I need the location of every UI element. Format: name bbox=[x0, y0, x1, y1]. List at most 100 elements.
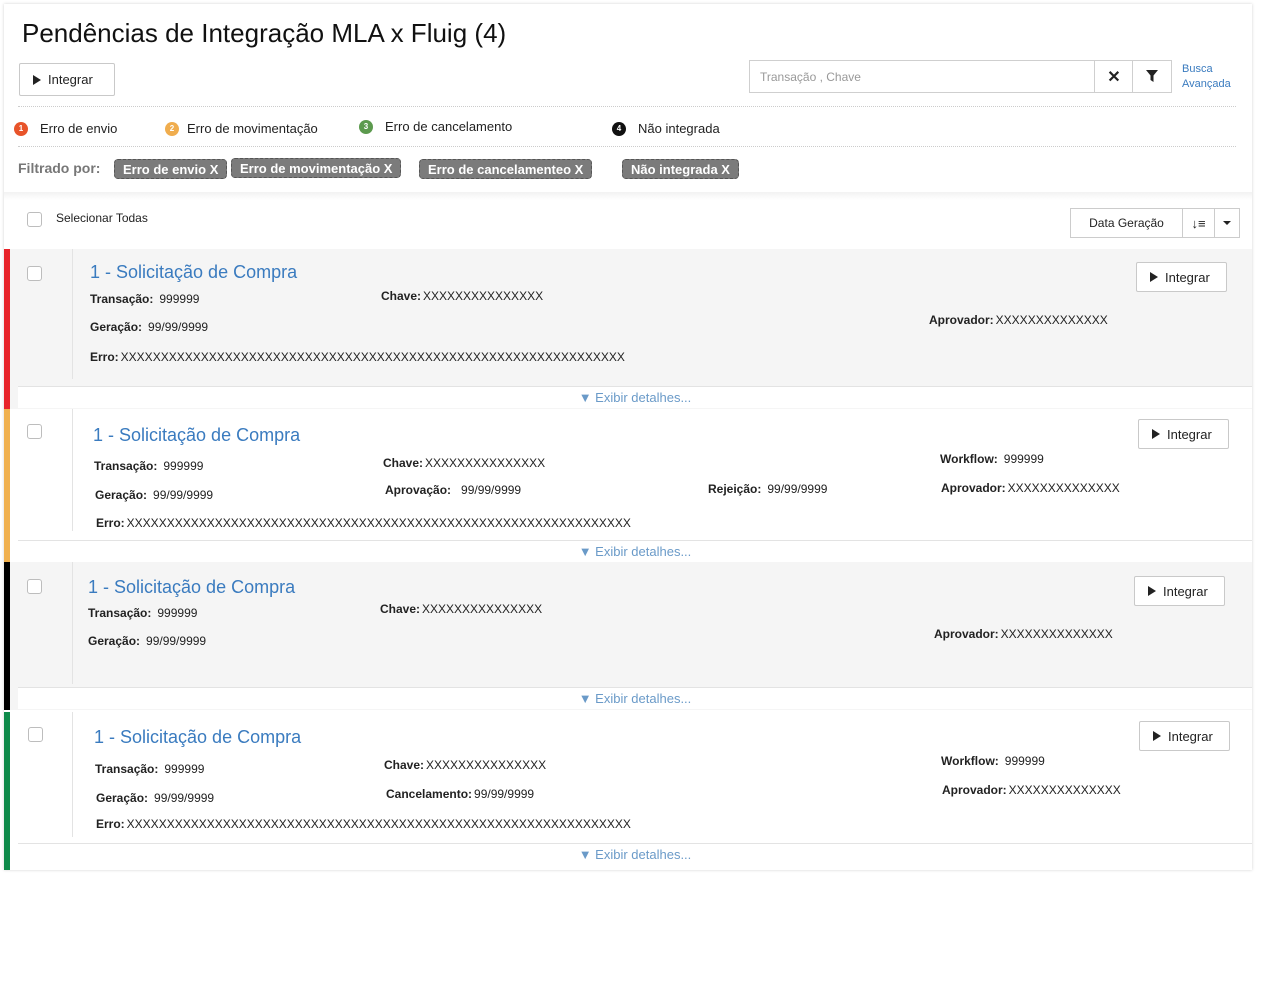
integrar-button[interactable]: Integrar bbox=[1138, 419, 1229, 449]
transacao-field: Transação: 999999 bbox=[94, 459, 203, 473]
erro-label: Erro: bbox=[90, 350, 119, 364]
legend-dot-4: 4 bbox=[612, 121, 626, 136]
card-title-link[interactable]: 1 - Solicitação de Compra bbox=[93, 425, 300, 446]
chave-value: XXXXXXXXXXXXXXX bbox=[423, 289, 544, 303]
card-title-link[interactable]: 1 - Solicitação de Compra bbox=[88, 577, 295, 598]
sort-desc-icon: ↓≡ bbox=[1191, 215, 1206, 231]
play-icon bbox=[1153, 731, 1161, 741]
rejeicao-field: Rejeição: 99/99/9999 bbox=[708, 482, 827, 496]
card-title-link[interactable]: 1 - Solicitação de Compra bbox=[90, 262, 297, 283]
geracao-label: Geração: bbox=[95, 488, 148, 502]
transacao-field: Transação: 999999 bbox=[95, 762, 204, 776]
chave-field: Chave: XXXXXXXXXXXXXXX bbox=[380, 602, 542, 616]
sort-field-label: Data Geração bbox=[1089, 216, 1164, 230]
legend-dot-2: 2 bbox=[165, 121, 179, 136]
page-title-text: Pendências de Integração MLA x Fluig bbox=[22, 18, 468, 48]
rejeicao-label: Rejeição: bbox=[708, 482, 762, 496]
transacao-field: Transação: 999999 bbox=[90, 292, 199, 306]
select-all-checkbox[interactable] bbox=[27, 212, 42, 227]
legend-label: Erro de envio bbox=[40, 121, 118, 136]
filter-chip-nao-integrada[interactable]: Não integrada X bbox=[622, 159, 739, 179]
aprovacao-value: 99/99/9999 bbox=[461, 483, 522, 497]
play-icon bbox=[1148, 586, 1156, 596]
card-checkbox[interactable] bbox=[27, 579, 42, 594]
legend-label: Erro de cancelamento bbox=[385, 119, 513, 134]
integrar-label: Integrar bbox=[1168, 728, 1213, 744]
card-checkbox[interactable] bbox=[27, 266, 42, 281]
search-placeholder: Transação , Chave bbox=[760, 69, 861, 84]
erro-label: Erro: bbox=[96, 817, 125, 831]
show-details-link[interactable]: ▼ Exibir detalhes... bbox=[18, 540, 1252, 562]
integrar-all-label: Integrar bbox=[48, 72, 93, 87]
erro-label: Erro: bbox=[96, 516, 125, 530]
geracao-value: 99/99/9999 bbox=[148, 320, 209, 334]
sort-field-button[interactable]: Data Geração bbox=[1071, 209, 1183, 237]
workflow-value: 999999 bbox=[1003, 452, 1044, 466]
geracao-field: Geração: 99/99/9999 bbox=[95, 488, 213, 502]
aprovador-label: Aprovador: bbox=[942, 783, 1007, 797]
advanced-search-link[interactable]: Busca Avançada bbox=[1182, 62, 1231, 92]
transacao-label: Transação: bbox=[90, 292, 154, 306]
advanced-line-1: Busca bbox=[1182, 63, 1213, 75]
filter-chip-cancelamento[interactable]: Erro de cancelamenteo X bbox=[419, 159, 593, 179]
card-divider bbox=[72, 249, 73, 379]
legend-dot-3: 3 bbox=[359, 119, 373, 134]
erro-value: XXXXXXXXXXXXXXXXXXXXXXXXXXXXXXXXXXXXXXXX… bbox=[120, 350, 625, 364]
geracao-value: 99/99/9999 bbox=[153, 488, 214, 502]
page-title: Pendências de Integração MLA x Fluig (4) bbox=[22, 18, 506, 49]
filter-chip-envio[interactable]: Erro de envio X bbox=[114, 159, 228, 179]
transacao-value: 999999 bbox=[163, 459, 204, 473]
transacao-label: Transação: bbox=[95, 762, 159, 776]
show-details-link[interactable]: ▼ Exibir detalhes... bbox=[18, 843, 1252, 865]
card-divider bbox=[72, 562, 73, 684]
filter-chip-movimentacao[interactable]: Erro de movimentação X bbox=[231, 158, 402, 178]
integrar-all-button[interactable]: Integrar bbox=[19, 63, 115, 96]
card-checkbox[interactable] bbox=[28, 727, 43, 742]
erro-field: Erro: XXXXXXXXXXXXXXXXXXXXXXXXXXXXXXXXXXX… bbox=[96, 516, 631, 530]
aprovador-value: XXXXXXXXXXXXXX bbox=[1000, 627, 1113, 641]
card-checkbox[interactable] bbox=[27, 424, 42, 439]
geracao-field: Geração: 99/99/9999 bbox=[96, 791, 214, 805]
show-details-link[interactable]: ▼ Exibir detalhes... bbox=[18, 687, 1252, 709]
filter-button[interactable] bbox=[1132, 60, 1172, 93]
aprovacao-label: Aprovação: bbox=[385, 483, 452, 497]
rejeicao-value: 99/99/9999 bbox=[767, 482, 828, 496]
integrar-label: Integrar bbox=[1165, 269, 1210, 285]
erro-value: XXXXXXXXXXXXXXXXXXXXXXXXXXXXXXXXXXXXXXXX… bbox=[126, 516, 631, 530]
cancelamento-label: Cancelamento: bbox=[386, 787, 473, 801]
aprovador-field: Aprovador: XXXXXXXXXXXXXX bbox=[929, 313, 1108, 327]
transacao-value: 999999 bbox=[164, 762, 205, 776]
workflow-label: Workflow: bbox=[941, 754, 999, 768]
sort-order-button[interactable]: ↓≡ bbox=[1183, 209, 1215, 237]
aprovador-value: XXXXXXXXXXXXXX bbox=[1008, 783, 1121, 797]
legend-item-cancelamento: 3 Erro de cancelamento bbox=[359, 119, 512, 134]
transacao-field: Transação: 999999 bbox=[88, 606, 197, 620]
play-icon bbox=[33, 74, 41, 85]
card-divider bbox=[72, 712, 73, 837]
aprovador-field: Aprovador: XXXXXXXXXXXXXX bbox=[934, 627, 1113, 641]
card-title-link[interactable]: 1 - Solicitação de Compra bbox=[94, 727, 301, 748]
workflow-field: Workflow: 999999 bbox=[941, 754, 1045, 768]
legend-item-nao-integrada: 4 Não integrada bbox=[612, 121, 720, 136]
aprovador-label: Aprovador: bbox=[934, 627, 999, 641]
chave-value: XXXXXXXXXXXXXXX bbox=[425, 456, 546, 470]
search-input[interactable]: Transação , Chave bbox=[749, 60, 1094, 93]
divider bbox=[18, 146, 1236, 147]
show-details-link[interactable]: ▼ Exibir detalhes... bbox=[18, 386, 1252, 408]
integrar-button[interactable]: Integrar bbox=[1134, 576, 1225, 606]
chave-label: Chave: bbox=[384, 758, 425, 772]
integrar-button[interactable]: Integrar bbox=[1136, 262, 1227, 292]
clear-search-button[interactable]: ✕ bbox=[1094, 60, 1134, 93]
aprovador-field: Aprovador: XXXXXXXXXXXXXX bbox=[942, 783, 1121, 797]
geracao-value: 99/99/9999 bbox=[154, 791, 215, 805]
sort-dropdown-button[interactable] bbox=[1215, 209, 1239, 237]
chave-value: XXXXXXXXXXXXXXX bbox=[426, 758, 547, 772]
page-title-count: (4) bbox=[474, 18, 507, 48]
chave-label: Chave: bbox=[383, 456, 424, 470]
integrar-button[interactable]: Integrar bbox=[1139, 721, 1230, 751]
aprovador-value: XXXXXXXXXXXXXX bbox=[995, 313, 1108, 327]
play-icon bbox=[1150, 272, 1158, 282]
geracao-value: 99/99/9999 bbox=[146, 634, 207, 648]
card-divider bbox=[72, 409, 73, 531]
workflow-label: Workflow: bbox=[940, 452, 998, 466]
